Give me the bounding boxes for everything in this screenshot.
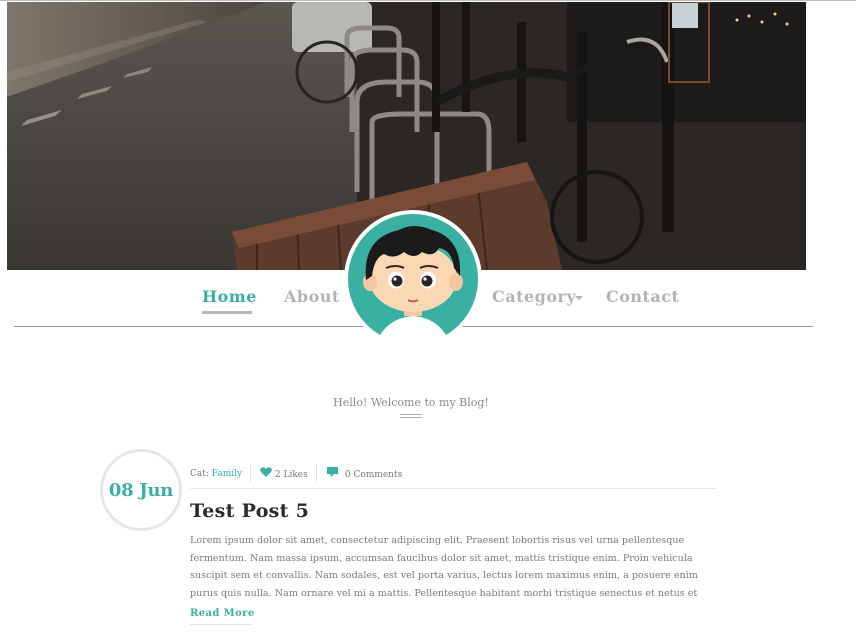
comments-count: 0 Comments (344, 470, 403, 480)
read-more-underline (190, 624, 252, 625)
top-border (0, 0, 856, 1)
meta-separator (250, 464, 251, 482)
nav-contact[interactable]: Contact (606, 287, 679, 307)
comment-icon (327, 467, 338, 482)
likes-count: 2 Likes (274, 470, 308, 480)
cartoon-boy-avatar (348, 214, 478, 348)
category-link[interactable]: Family (212, 469, 242, 479)
heart-icon (260, 467, 272, 482)
nav-home[interactable]: Home (202, 287, 257, 307)
caret-down-icon (575, 296, 583, 300)
welcome-divider-top (400, 414, 422, 415)
nav-category[interactable]: Category (492, 287, 576, 307)
post-likes[interactable]: 2 Likes (260, 467, 308, 481)
welcome-divider-bottom (400, 417, 422, 418)
post-title[interactable]: Test Post 5 (190, 500, 309, 522)
post-date: 08 Jun (108, 480, 174, 501)
category-prefix: Cat: (190, 469, 212, 479)
avatar[interactable] (344, 210, 482, 348)
post-category: Cat: Family (190, 467, 242, 481)
meta-divider (190, 488, 716, 489)
nav-about[interactable]: About (284, 287, 340, 307)
read-more-link[interactable]: Read More (190, 608, 255, 619)
post-comments[interactable]: 0 Comments (327, 467, 402, 481)
post-date-badge: 08 Jun (100, 449, 182, 531)
nav-active-indicator (202, 311, 252, 314)
post-excerpt: Lorem ipsum dolor sit amet, consectetur … (190, 535, 698, 599)
meta-separator (316, 464, 317, 482)
welcome-text: Hello! Welcome to my Blog! (333, 396, 489, 409)
